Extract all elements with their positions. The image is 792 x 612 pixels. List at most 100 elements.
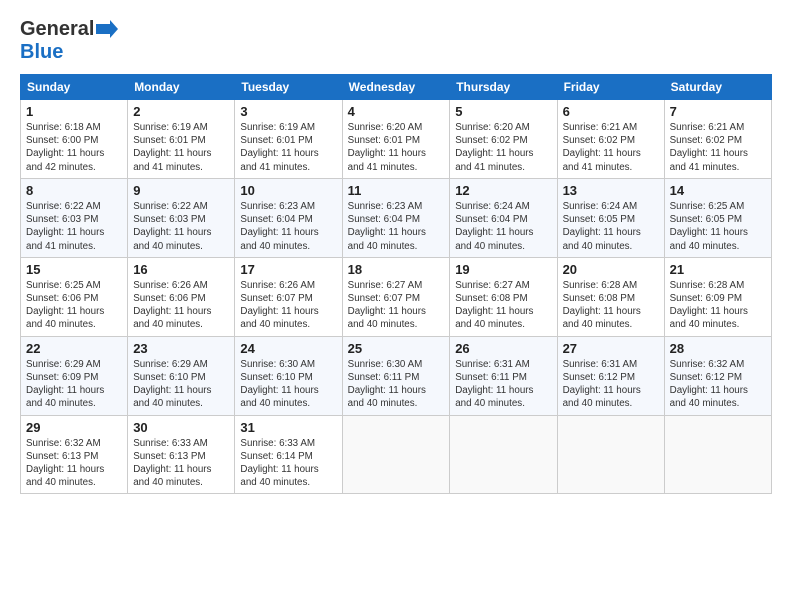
calendar-day-header: Wednesday [342,75,450,100]
calendar-cell: 27 Sunrise: 6:31 AM Sunset: 6:12 PM Dayli… [557,336,664,415]
day-number: 14 [670,183,766,198]
day-info: Sunrise: 6:29 AM Sunset: 6:10 PM Dayligh… [133,358,229,411]
day-info: Sunrise: 6:23 AM Sunset: 6:04 PM Dayligh… [240,200,336,253]
calendar-cell: 7Sunrise: 6:21 AM Sunset: 6:02 PM Daylig… [664,100,771,179]
day-number: 22 [26,341,122,356]
calendar-cell: 30 Sunrise: 6:33 AM Sunset: 6:13 PM Dayli… [128,415,235,494]
day-info: Sunrise: 6:22 AM Sunset: 6:03 PM Dayligh… [26,200,122,253]
calendar-cell: 18 Sunrise: 6:27 AM Sunset: 6:07 PM Dayli… [342,257,450,336]
day-number: 28 [670,341,766,356]
calendar-cell: 8 Sunrise: 6:22 AM Sunset: 6:03 PM Daylig… [21,178,128,257]
day-info: Sunrise: 6:24 AM Sunset: 6:04 PM Dayligh… [455,200,551,253]
calendar-cell: 16 Sunrise: 6:26 AM Sunset: 6:06 PM Dayli… [128,257,235,336]
calendar-week-row: 8 Sunrise: 6:22 AM Sunset: 6:03 PM Daylig… [21,178,772,257]
day-info: Sunrise: 6:24 AM Sunset: 6:05 PM Dayligh… [563,200,659,253]
calendar-cell: 11 Sunrise: 6:23 AM Sunset: 6:04 PM Dayli… [342,178,450,257]
day-number: 13 [563,183,659,198]
day-number: 8 [26,183,122,198]
calendar-cell: 29 Sunrise: 6:32 AM Sunset: 6:13 PM Dayli… [21,415,128,494]
day-number: 2 [133,104,229,119]
day-number: 19 [455,262,551,277]
day-info: Sunrise: 6:19 AM Sunset: 6:01 PM Dayligh… [240,121,336,174]
calendar-cell: 21 Sunrise: 6:28 AM Sunset: 6:09 PM Dayli… [664,257,771,336]
calendar-cell [664,415,771,494]
calendar-cell: 25Sunrise: 6:30 AM Sunset: 6:11 PM Dayli… [342,336,450,415]
day-info: Sunrise: 6:31 AM Sunset: 6:12 PM Dayligh… [563,358,659,411]
day-number: 9 [133,183,229,198]
calendar-cell [557,415,664,494]
day-info: Sunrise: 6:32 AM Sunset: 6:13 PM Dayligh… [26,437,122,490]
day-number: 20 [563,262,659,277]
day-info: Sunrise: 6:18 AM Sunset: 6:00 PM Dayligh… [26,121,122,174]
calendar-header-row: SundayMondayTuesdayWednesdayThursdayFrid… [21,75,772,100]
day-info: Sunrise: 6:19 AM Sunset: 6:01 PM Dayligh… [133,121,229,174]
calendar-cell: 23 Sunrise: 6:29 AM Sunset: 6:10 PM Dayli… [128,336,235,415]
calendar-day-header: Thursday [450,75,557,100]
logo-arrow-icon [96,20,118,38]
day-number: 6 [563,104,659,119]
calendar-day-header: Saturday [664,75,771,100]
day-number: 18 [348,262,445,277]
day-number: 11 [348,183,445,198]
calendar-cell: 4Sunrise: 6:20 AM Sunset: 6:01 PM Daylig… [342,100,450,179]
day-info: Sunrise: 6:28 AM Sunset: 6:09 PM Dayligh… [670,279,766,332]
calendar-cell: 20 Sunrise: 6:28 AM Sunset: 6:08 PM Dayli… [557,257,664,336]
logo-general-text: General [20,18,94,41]
calendar-cell: 28 Sunrise: 6:32 AM Sunset: 6:12 PM Dayli… [664,336,771,415]
logo-blue-text: Blue [20,41,63,64]
calendar-day-header: Tuesday [235,75,342,100]
day-info: Sunrise: 6:27 AM Sunset: 6:08 PM Dayligh… [455,279,551,332]
calendar-cell: 22 Sunrise: 6:29 AM Sunset: 6:09 PM Dayli… [21,336,128,415]
day-info: Sunrise: 6:26 AM Sunset: 6:06 PM Dayligh… [133,279,229,332]
calendar-cell: 1Sunrise: 6:18 AM Sunset: 6:00 PM Daylig… [21,100,128,179]
calendar-cell: 6 Sunrise: 6:21 AM Sunset: 6:02 PM Daylig… [557,100,664,179]
calendar-week-row: 15 Sunrise: 6:25 AM Sunset: 6:06 PM Dayli… [21,257,772,336]
header: General Blue [20,18,772,64]
day-info: Sunrise: 6:22 AM Sunset: 6:03 PM Dayligh… [133,200,229,253]
day-number: 29 [26,420,122,435]
day-number: 15 [26,262,122,277]
page: General Blue SundayMondayTuesdayWednesda… [0,0,792,612]
calendar-cell: 15 Sunrise: 6:25 AM Sunset: 6:06 PM Dayli… [21,257,128,336]
day-info: Sunrise: 6:21 AM Sunset: 6:02 PM Dayligh… [563,121,659,174]
calendar-cell: 31 Sunrise: 6:33 AM Sunset: 6:14 PM Dayli… [235,415,342,494]
calendar-day-header: Monday [128,75,235,100]
calendar-week-row: 29 Sunrise: 6:32 AM Sunset: 6:13 PM Dayli… [21,415,772,494]
calendar-cell: 24 Sunrise: 6:30 AM Sunset: 6:10 PM Dayli… [235,336,342,415]
day-number: 17 [240,262,336,277]
day-info: Sunrise: 6:20 AM Sunset: 6:01 PM Dayligh… [348,121,445,174]
day-info: Sunrise: 6:26 AM Sunset: 6:07 PM Dayligh… [240,279,336,332]
day-number: 30 [133,420,229,435]
calendar-week-row: 22 Sunrise: 6:29 AM Sunset: 6:09 PM Dayli… [21,336,772,415]
day-info: Sunrise: 6:23 AM Sunset: 6:04 PM Dayligh… [348,200,445,253]
day-info: Sunrise: 6:25 AM Sunset: 6:06 PM Dayligh… [26,279,122,332]
calendar-cell: 9 Sunrise: 6:22 AM Sunset: 6:03 PM Daylig… [128,178,235,257]
day-number: 24 [240,341,336,356]
day-number: 21 [670,262,766,277]
calendar-cell: 14 Sunrise: 6:25 AM Sunset: 6:05 PM Dayli… [664,178,771,257]
day-number: 16 [133,262,229,277]
calendar-cell: 17 Sunrise: 6:26 AM Sunset: 6:07 PM Dayli… [235,257,342,336]
day-info: Sunrise: 6:29 AM Sunset: 6:09 PM Dayligh… [26,358,122,411]
calendar-cell: 3 Sunrise: 6:19 AM Sunset: 6:01 PM Daylig… [235,100,342,179]
day-info: Sunrise: 6:21 AM Sunset: 6:02 PM Dayligh… [670,121,766,174]
day-number: 31 [240,420,336,435]
day-info: Sunrise: 6:31 AM Sunset: 6:11 PM Dayligh… [455,358,551,411]
day-number: 3 [240,104,336,119]
calendar-cell: 12Sunrise: 6:24 AM Sunset: 6:04 PM Dayli… [450,178,557,257]
day-info: Sunrise: 6:28 AM Sunset: 6:08 PM Dayligh… [563,279,659,332]
day-info: Sunrise: 6:33 AM Sunset: 6:13 PM Dayligh… [133,437,229,490]
day-number: 27 [563,341,659,356]
day-info: Sunrise: 6:32 AM Sunset: 6:12 PM Dayligh… [670,358,766,411]
day-info: Sunrise: 6:30 AM Sunset: 6:11 PM Dayligh… [348,358,445,411]
day-info: Sunrise: 6:20 AM Sunset: 6:02 PM Dayligh… [455,121,551,174]
logo: General Blue [20,18,118,64]
calendar-cell: 10Sunrise: 6:23 AM Sunset: 6:04 PM Dayli… [235,178,342,257]
calendar-cell: 2 Sunrise: 6:19 AM Sunset: 6:01 PM Daylig… [128,100,235,179]
day-info: Sunrise: 6:27 AM Sunset: 6:07 PM Dayligh… [348,279,445,332]
day-info: Sunrise: 6:25 AM Sunset: 6:05 PM Dayligh… [670,200,766,253]
day-number: 23 [133,341,229,356]
day-info: Sunrise: 6:33 AM Sunset: 6:14 PM Dayligh… [240,437,336,490]
day-info: Sunrise: 6:30 AM Sunset: 6:10 PM Dayligh… [240,358,336,411]
calendar-cell: 19 Sunrise: 6:27 AM Sunset: 6:08 PM Dayli… [450,257,557,336]
